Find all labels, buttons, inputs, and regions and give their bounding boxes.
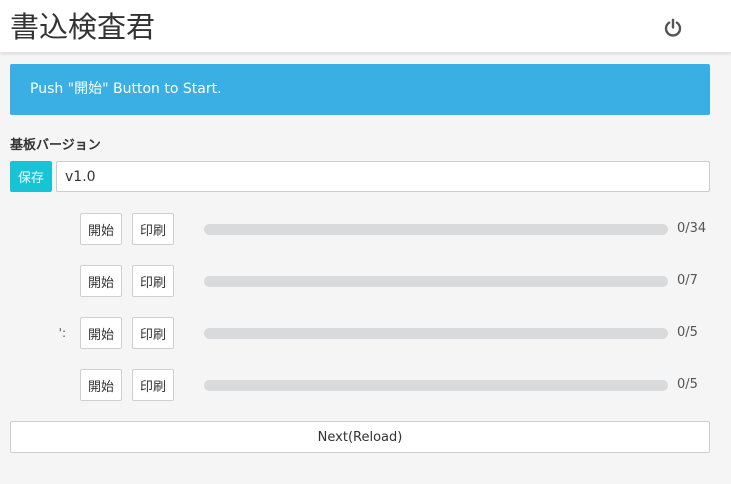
- test-row: 開始 印刷 0/7: [0, 265, 731, 297]
- info-alert: Push "開始" Button to Start.: [10, 64, 710, 115]
- start-button[interactable]: 開始: [80, 369, 122, 401]
- progress-bar: [204, 380, 668, 391]
- test-row: ': 開始 印刷 0/5: [0, 317, 731, 349]
- progress-count: 0/5: [677, 377, 698, 392]
- board-version-input[interactable]: [56, 161, 710, 192]
- progress-bar: [204, 224, 668, 235]
- save-button[interactable]: 保存: [10, 161, 52, 192]
- print-button[interactable]: 印刷: [132, 213, 174, 245]
- test-row: 開始 印刷 0/34: [0, 213, 731, 245]
- start-button[interactable]: 開始: [80, 213, 122, 245]
- board-version-label: 基板バージョン: [10, 138, 101, 153]
- row-label: ':: [58, 326, 66, 340]
- start-button[interactable]: 開始: [80, 317, 122, 349]
- print-button[interactable]: 印刷: [132, 369, 174, 401]
- test-row: 開始 印刷 0/5: [0, 369, 731, 401]
- progress-count: 0/7: [677, 273, 698, 288]
- power-button[interactable]: [660, 15, 686, 41]
- print-button[interactable]: 印刷: [132, 317, 174, 349]
- print-button[interactable]: 印刷: [132, 265, 174, 297]
- progress-bar: [204, 328, 668, 339]
- power-icon: [664, 18, 682, 37]
- progress-bar: [204, 276, 668, 287]
- next-reload-button[interactable]: Next(Reload): [10, 421, 710, 453]
- app-title: 書込検査君: [10, 10, 156, 44]
- top-navbar: 書込検査君: [0, 0, 731, 53]
- progress-count: 0/34: [677, 221, 707, 236]
- progress-count: 0/5: [677, 325, 698, 340]
- start-button[interactable]: 開始: [80, 265, 122, 297]
